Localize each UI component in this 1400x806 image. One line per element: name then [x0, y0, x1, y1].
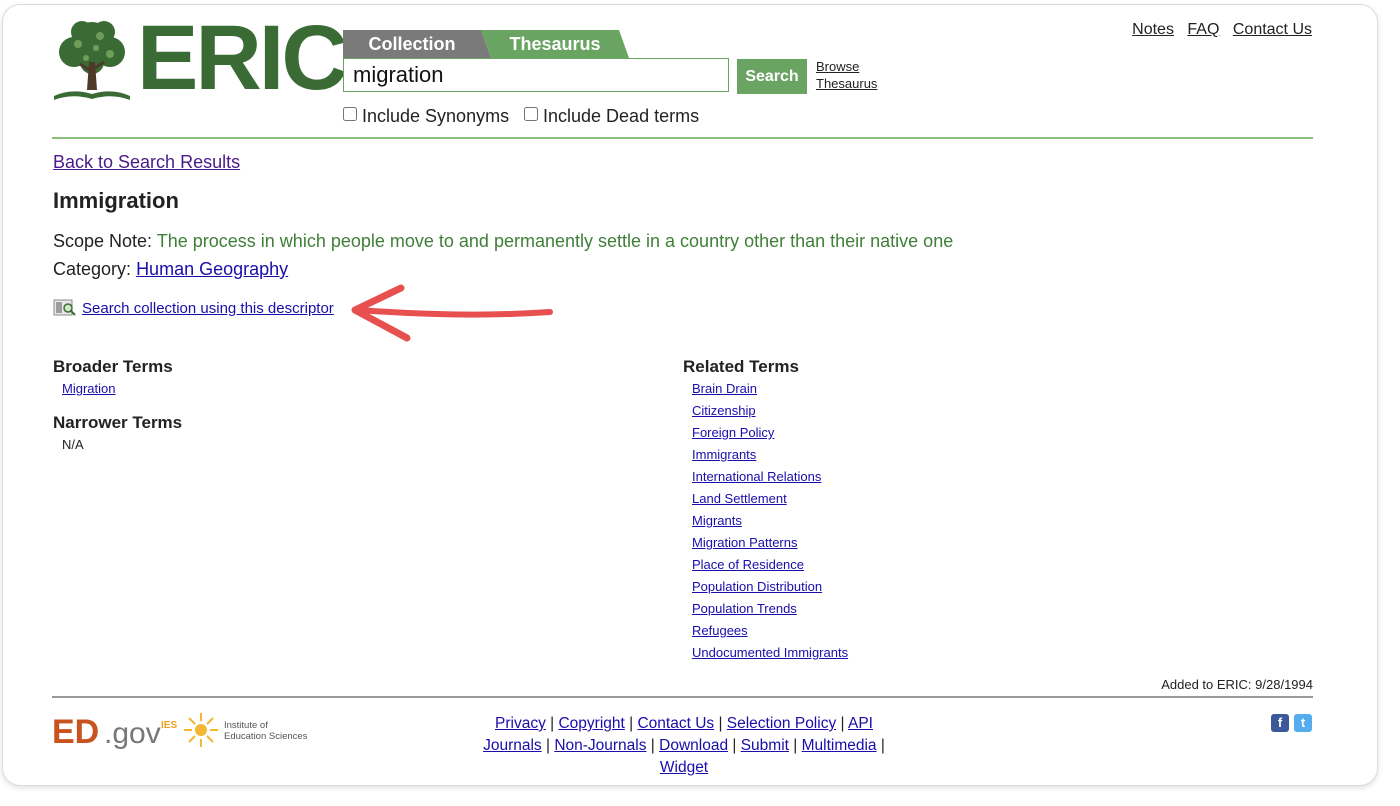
tab-thesaurus-label: Thesaurus	[509, 34, 601, 54]
browse-thesaurus-link[interactable]: Browse Thesaurus	[816, 58, 877, 92]
related-term-link[interactable]: Immigrants	[692, 447, 756, 462]
download-link[interactable]: Download	[659, 737, 728, 754]
list-item: Migrants	[692, 510, 848, 532]
twitter-icon[interactable]: t	[1294, 714, 1312, 732]
list-item: Brain Drain	[692, 378, 848, 400]
list-item: International Relations	[692, 466, 848, 488]
edgov-logo[interactable]: ED .gov IES Institute of Education Scien…	[52, 706, 332, 751]
scope-note: Scope Note: The process in which people …	[53, 231, 953, 252]
search-input[interactable]	[343, 58, 729, 92]
list-item: Place of Residence	[692, 554, 848, 576]
related-term-link[interactable]: Population Trends	[692, 601, 797, 616]
submit-link[interactable]: Submit	[741, 737, 789, 754]
ies-sun-icon	[184, 713, 218, 747]
related-term-link[interactable]: Refugees	[692, 623, 748, 638]
related-terms-list: Brain Drain Citizenship Foreign Policy I…	[692, 378, 848, 664]
list-item: Land Settlement	[692, 488, 848, 510]
top-links: Notes FAQ Contact Us	[1123, 21, 1312, 39]
ies-text: IES	[161, 720, 177, 731]
broader-terms-heading: Broader Terms	[53, 357, 173, 376]
scope-note-label: Scope Note:	[53, 231, 153, 251]
related-term-link[interactable]: International Relations	[692, 469, 821, 484]
footer-links: Privacy | Copyright | Contact Us | Selec…	[460, 713, 908, 779]
related-term-link[interactable]: Migrants	[692, 513, 742, 528]
footer-divider	[52, 696, 1313, 698]
list-item: Citizenship	[692, 400, 848, 422]
list-item: Undocumented Immigrants	[692, 642, 848, 664]
eric-wordmark: ERIC	[137, 7, 348, 109]
api-link[interactable]: API	[848, 715, 873, 732]
search-collection-icon[interactable]	[53, 298, 77, 318]
include-dead-terms-label: Include Dead terms	[543, 106, 700, 126]
related-term-link[interactable]: Brain Drain	[692, 381, 757, 396]
include-dead-terms-option[interactable]: Include Dead terms	[524, 106, 699, 127]
related-term-link[interactable]: Migration Patterns	[692, 535, 798, 550]
scope-note-value: The process in which people move to and …	[156, 231, 954, 251]
ies-line2: Education Sciences	[224, 731, 308, 742]
related-term-link[interactable]: Citizenship	[692, 403, 756, 418]
widget-link[interactable]: Widget	[660, 759, 708, 776]
ies-line1: Institute of	[224, 720, 268, 731]
category-link[interactable]: Human Geography	[136, 259, 288, 279]
tree-icon	[54, 21, 130, 100]
notes-link[interactable]: Notes	[1132, 21, 1174, 38]
related-terms-heading: Related Terms	[683, 357, 799, 376]
list-item: Population Trends	[692, 598, 848, 620]
selection-policy-link[interactable]: Selection Policy	[727, 715, 836, 732]
privacy-link[interactable]: Privacy	[495, 715, 546, 732]
header-divider	[52, 137, 1313, 139]
related-term-link[interactable]: Undocumented Immigrants	[692, 645, 848, 660]
footer-row-1: Privacy | Copyright | Contact Us | Selec…	[495, 715, 873, 732]
list-item: Refugees	[692, 620, 848, 642]
tab-thesaurus[interactable]: Thesaurus	[481, 30, 629, 58]
annotation-arrow-icon	[351, 284, 553, 342]
related-term-link[interactable]: Population Distribution	[692, 579, 822, 594]
tab-collection[interactable]: Collection	[343, 30, 481, 58]
browse-thesaurus-line2[interactable]: Thesaurus	[816, 76, 877, 91]
list-item: Migration	[62, 378, 115, 400]
added-date: Added to ERIC: 9/28/1994	[1161, 677, 1313, 692]
copyright-link[interactable]: Copyright	[558, 715, 624, 732]
multimedia-link[interactable]: Multimedia	[802, 737, 877, 754]
journals-link[interactable]: Journals	[483, 737, 542, 754]
broader-term-link[interactable]: Migration	[62, 381, 115, 396]
browse-thesaurus-line1[interactable]: Browse	[816, 59, 859, 74]
contact-us-link[interactable]: Contact Us	[1233, 21, 1312, 38]
list-item: Migration Patterns	[692, 532, 848, 554]
descriptor-title: Immigration	[53, 188, 179, 213]
related-term-link[interactable]: Land Settlement	[692, 491, 787, 506]
search-collection-descriptor[interactable]: Search collection using this descriptor	[82, 300, 334, 317]
footer-row-2: Journals | Non-Journals | Download | Sub…	[483, 737, 885, 776]
list-item: Foreign Policy	[692, 422, 848, 444]
non-journals-link[interactable]: Non-Journals	[554, 737, 646, 754]
category: Category: Human Geography	[53, 259, 288, 280]
edgov-gov-text: .gov	[104, 717, 161, 750]
related-term-link[interactable]: Foreign Policy	[692, 425, 774, 440]
footer-contact-link[interactable]: Contact Us	[637, 715, 714, 732]
list-item: Immigrants	[692, 444, 848, 466]
list-item: Population Distribution	[692, 576, 848, 598]
search-collection-descriptor-link[interactable]: Search collection using this descriptor	[82, 300, 334, 317]
include-dead-terms-checkbox[interactable]	[524, 107, 538, 121]
back-to-results-link[interactable]: Back to Search Results	[53, 152, 240, 172]
include-synonyms-option[interactable]: Include Synonyms	[343, 106, 509, 127]
eric-logo[interactable]: ERIC	[52, 12, 348, 104]
facebook-icon[interactable]: f	[1271, 714, 1289, 732]
include-synonyms-checkbox[interactable]	[343, 107, 357, 121]
edgov-ed-text: ED	[52, 713, 99, 750]
related-term-link[interactable]: Place of Residence	[692, 557, 804, 572]
back-to-results[interactable]: Back to Search Results	[53, 152, 240, 173]
faq-link[interactable]: FAQ	[1187, 21, 1219, 38]
narrower-terms-value: N/A	[62, 437, 84, 452]
broader-terms-list: Migration	[62, 378, 115, 400]
narrower-terms-heading: Narrower Terms	[53, 413, 183, 432]
search-button[interactable]: Search	[737, 59, 807, 94]
include-synonyms-label: Include Synonyms	[362, 106, 510, 126]
category-label: Category:	[53, 259, 132, 279]
